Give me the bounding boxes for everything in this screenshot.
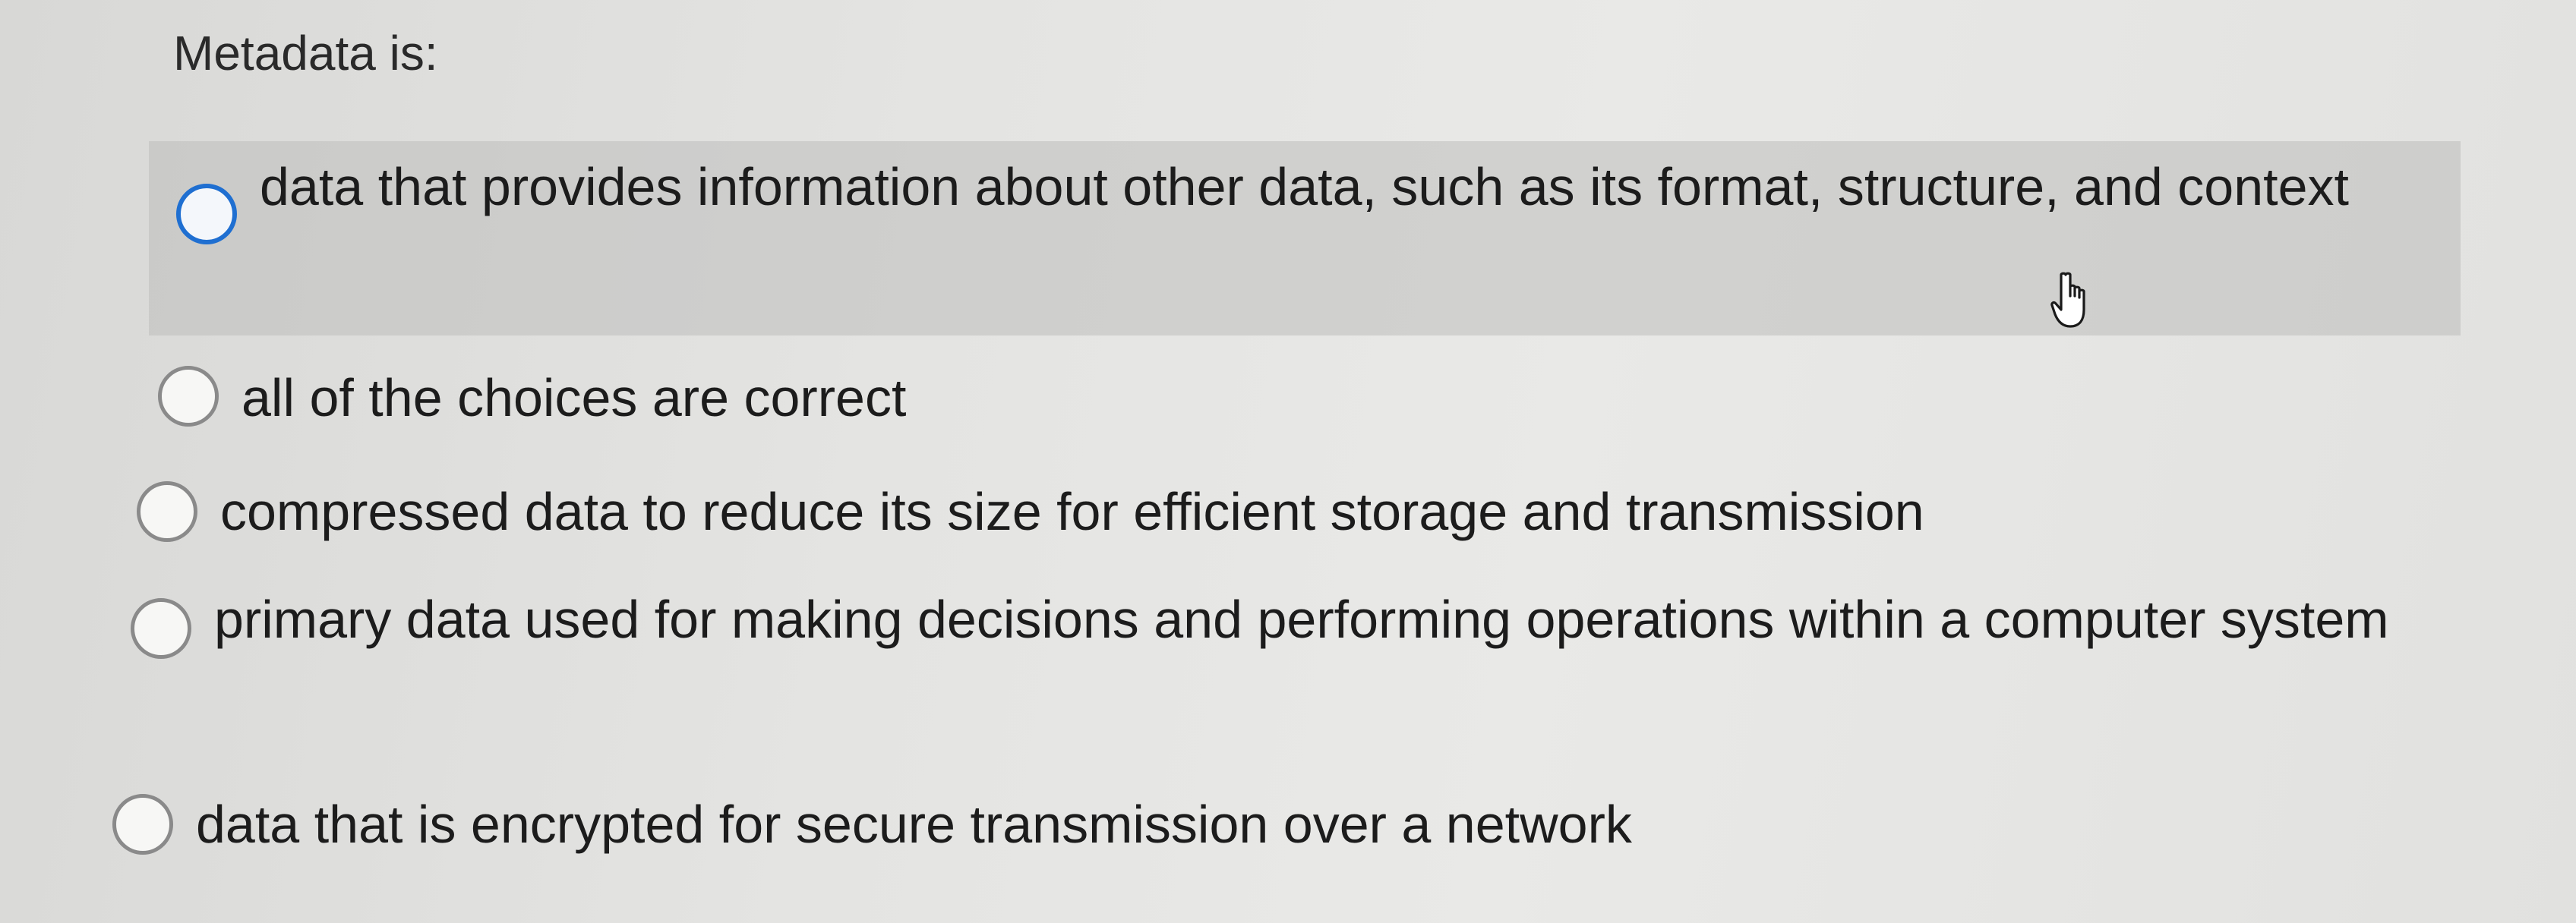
question-card: Metadata is: data that provides informat… bbox=[0, 0, 2576, 923]
choice-label: data that is encrypted for secure transm… bbox=[196, 795, 1632, 854]
choice-option-3[interactable]: compressed data to reduce its size for e… bbox=[137, 474, 1924, 550]
radio-button-icon[interactable] bbox=[137, 481, 197, 542]
choice-label: primary data used for making decisions a… bbox=[214, 590, 2389, 649]
choice-option-4[interactable]: primary data used for making decisions a… bbox=[131, 581, 2462, 659]
question-title: Metadata is: bbox=[173, 26, 438, 80]
radio-button-icon[interactable] bbox=[176, 184, 237, 244]
radio-button-icon[interactable] bbox=[131, 598, 191, 659]
radio-button-icon[interactable] bbox=[158, 366, 219, 427]
hand-pointer-icon bbox=[2050, 272, 2085, 328]
choice-label: data that provides information about oth… bbox=[260, 157, 2349, 216]
choice-option-1[interactable]: data that provides information about oth… bbox=[149, 141, 2461, 335]
radio-button-icon[interactable] bbox=[112, 794, 173, 855]
choice-label: compressed data to reduce its size for e… bbox=[220, 482, 1924, 541]
choice-option-2[interactable]: all of the choices are correct bbox=[158, 360, 906, 436]
choice-label: all of the choices are correct bbox=[242, 368, 907, 427]
choice-option-5[interactable]: data that is encrypted for secure transm… bbox=[112, 786, 1632, 862]
